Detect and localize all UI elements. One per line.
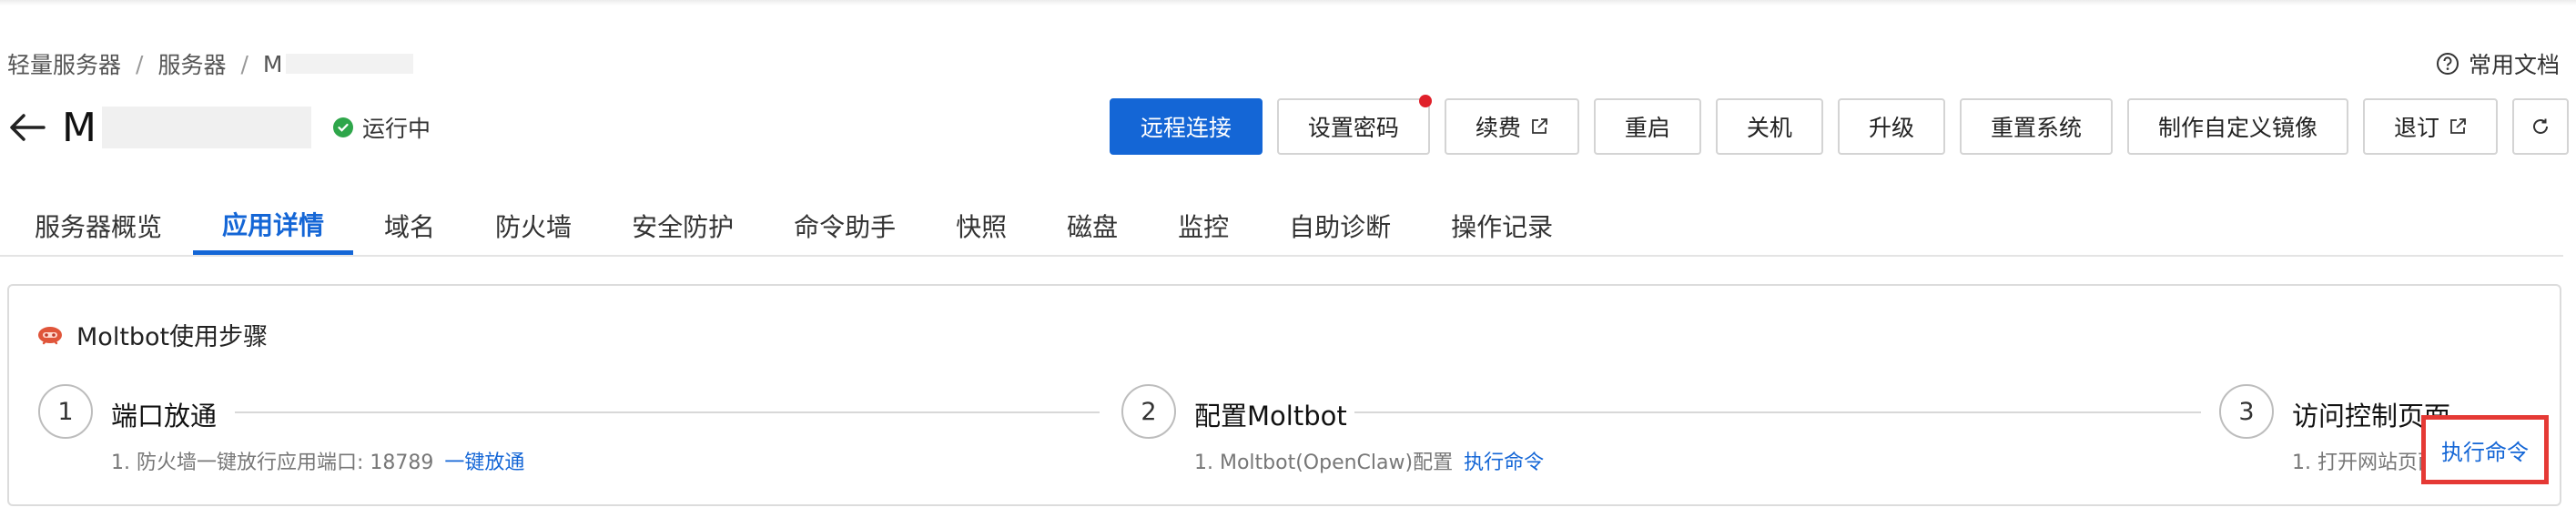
tab-command-assistant[interactable]: 命令助手 — [765, 197, 925, 255]
external-link-icon — [1532, 118, 1547, 134]
title-prefix: M — [62, 104, 96, 151]
step-connector — [235, 411, 1100, 413]
step-connector — [1354, 411, 2201, 413]
step-2-number: 2 — [1121, 384, 1176, 439]
step-2-title: 配置Moltbot — [1194, 401, 1347, 432]
tab-bar: 服务器概览 应用详情 域名 防火墙 安全防护 命令助手 快照 磁盘 监控 自助诊… — [0, 197, 2563, 257]
tab-app-details[interactable]: 应用详情 — [193, 197, 354, 255]
external-link-icon — [2450, 118, 2466, 134]
redacted-name — [286, 54, 414, 74]
unsubscribe-label: 退订 — [2393, 115, 2439, 141]
step-1-title: 端口放通 — [111, 401, 218, 432]
tab-domain[interactable]: 域名 — [355, 197, 464, 255]
refresh-button[interactable] — [2512, 98, 2569, 155]
check-circle-icon — [333, 117, 353, 137]
tab-operation-log[interactable]: 操作记录 — [1422, 197, 1582, 255]
page-title: M — [62, 102, 311, 153]
shutdown-button[interactable]: 关机 — [1715, 98, 1823, 155]
tab-firewall[interactable]: 防火墙 — [466, 197, 601, 255]
breadcrumb-servers[interactable]: 服务器 — [157, 47, 226, 80]
breadcrumb-lighthouse[interactable]: 轻量服务器 — [7, 47, 121, 80]
step-2-desc: 1. Moltbot(OpenClaw)配置 执行命令 — [1194, 446, 1544, 475]
tab-overview[interactable]: 服务器概览 — [0, 197, 191, 255]
refresh-icon — [2533, 118, 2548, 134]
card-title-text: Moltbot使用步骤 — [76, 323, 269, 351]
notification-dot — [1418, 95, 1432, 107]
restart-button[interactable]: 重启 — [1593, 98, 1701, 155]
tab-self-diagnosis[interactable]: 自助诊断 — [1260, 197, 1420, 255]
step-3-number: 3 — [2219, 384, 2274, 439]
question-circle-icon — [2436, 53, 2459, 75]
step-3-desc-text: 1. 打开网站页面 — [2292, 452, 2438, 474]
set-password-label: 设置密码 — [1307, 115, 1399, 141]
step-3-desc: 1. 打开网站页面 — [2292, 446, 2438, 475]
upgrade-button[interactable]: 升级 — [1837, 98, 1945, 155]
tab-monitoring[interactable]: 监控 — [1149, 197, 1258, 255]
step-3-run-command-link[interactable]: 执行命令 — [2421, 415, 2549, 484]
reset-system-button[interactable]: 重置系统 — [1959, 98, 2113, 155]
redacted-title — [101, 107, 311, 148]
step-1-desc-text: 1. 防火墙一键放行应用端口: 18789 — [111, 452, 434, 474]
breadcrumb-current: M — [262, 50, 283, 77]
action-toolbar: 远程连接 设置密码 续费 重启 关机 升级 重置系统 制作自定义镜像 退订 — [1109, 95, 2569, 155]
tab-security[interactable]: 安全防护 — [603, 197, 763, 255]
renew-label: 续费 — [1475, 115, 1521, 141]
one-click-open-link[interactable]: 一键放通 — [444, 446, 524, 475]
step-1-desc: 1. 防火墙一键放行应用端口: 18789 一键放通 — [111, 446, 524, 475]
step-2-run-command-link[interactable]: 执行命令 — [1464, 446, 1544, 475]
remote-connect-button[interactable]: 远程连接 — [1109, 98, 1263, 155]
step-1-number: 1 — [38, 384, 93, 439]
help-docs-link[interactable]: 常用文档 — [2436, 46, 2560, 82]
renew-button[interactable]: 续费 — [1444, 98, 1579, 155]
card-title: Moltbot使用步骤 — [36, 317, 268, 352]
tab-snapshot[interactable]: 快照 — [927, 197, 1036, 255]
top-shadow — [0, 0, 2576, 5]
unsubscribe-button[interactable]: 退订 — [2362, 98, 2498, 155]
usage-steps-card: Moltbot使用步骤 1 端口放通 1. 防火墙一键放行应用端口: 18789… — [7, 284, 2561, 506]
create-image-button[interactable]: 制作自定义镜像 — [2126, 98, 2348, 155]
set-password-button[interactable]: 设置密码 — [1276, 95, 1432, 155]
moltbot-logo-icon — [38, 326, 62, 344]
breadcrumb: 轻量服务器 / 服务器 / M — [7, 46, 414, 82]
status-label: 运行中 — [362, 116, 431, 142]
breadcrumb-separator: / — [136, 50, 144, 77]
status-badge: 运行中 — [333, 111, 431, 144]
step-2-desc-text: 1. Moltbot(OpenClaw)配置 — [1194, 452, 1454, 474]
help-docs-label: 常用文档 — [2468, 52, 2560, 78]
breadcrumb-separator: / — [240, 50, 248, 77]
back-arrow-icon[interactable] — [7, 107, 47, 147]
tab-disk[interactable]: 磁盘 — [1038, 197, 1147, 255]
